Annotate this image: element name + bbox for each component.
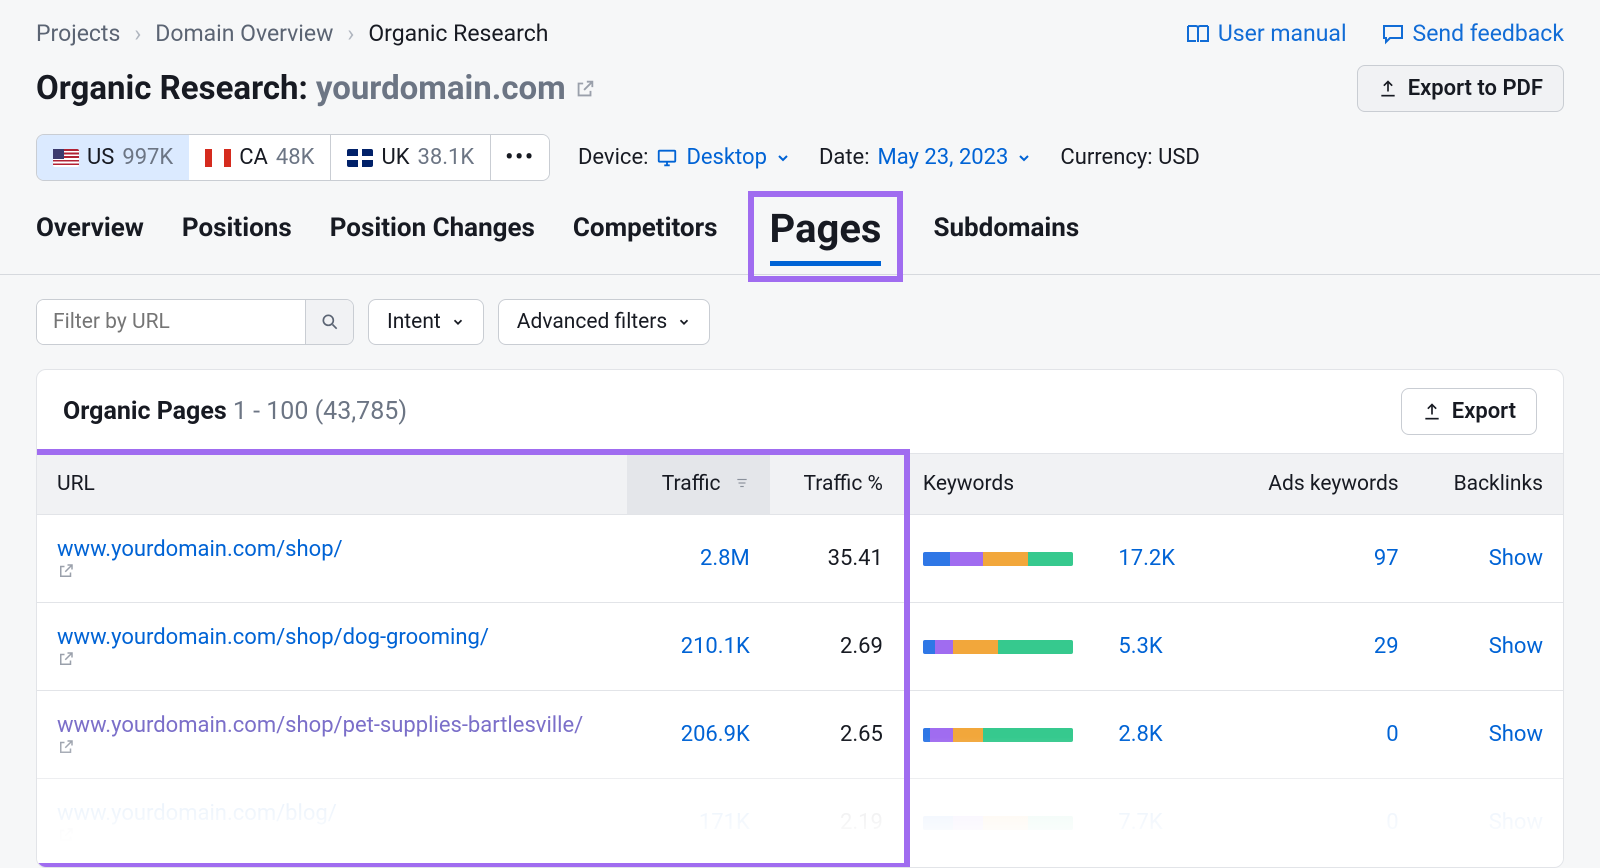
- ads-keywords-value[interactable]: 29: [1229, 603, 1419, 691]
- country-uk[interactable]: UK 38.1K: [331, 135, 491, 180]
- col-ads-keywords[interactable]: Ads keywords: [1229, 454, 1419, 515]
- ads-keywords-value[interactable]: 97: [1229, 515, 1419, 603]
- tab-overview[interactable]: Overview: [36, 199, 144, 274]
- tab-competitors[interactable]: Competitors: [573, 199, 718, 274]
- col-keywords[interactable]: Keywords: [903, 454, 1229, 515]
- feedback-icon: [1381, 23, 1405, 45]
- traffic-pct-value: 2.19: [770, 779, 903, 867]
- section-title: Organic Pages 1 - 100 (43,785): [63, 397, 407, 426]
- currency-filter: Currency: USD: [1060, 145, 1199, 170]
- keyword-distribution-bar: [923, 728, 1073, 742]
- tab-subdomains[interactable]: Subdomains: [933, 199, 1079, 274]
- ads-keywords-value[interactable]: 0: [1229, 691, 1419, 779]
- traffic-value[interactable]: 171K: [627, 779, 770, 867]
- external-link-icon[interactable]: [57, 650, 607, 668]
- chevron-down-icon: [1016, 150, 1032, 166]
- breadcrumb-item-organic-research: Organic Research: [368, 20, 548, 47]
- chevron-down-icon: [677, 315, 691, 329]
- table-row: www.yourdomain.com/shop/dog-grooming/210…: [37, 603, 1563, 691]
- search-icon: [320, 312, 340, 332]
- page-url-link[interactable]: www.yourdomain.com/blog/: [57, 801, 337, 826]
- export-pdf-button[interactable]: Export to PDF: [1357, 65, 1564, 112]
- sort-desc-icon: [734, 476, 750, 490]
- col-traffic[interactable]: Traffic: [627, 454, 770, 515]
- more-countries-button[interactable]: •••: [491, 135, 549, 180]
- upload-icon: [1422, 402, 1442, 422]
- traffic-pct-value: 2.65: [770, 691, 903, 779]
- chevron-down-icon: [451, 315, 465, 329]
- traffic-pct-value: 35.41: [770, 515, 903, 603]
- breadcrumb-item-domain-overview[interactable]: Domain Overview: [155, 20, 333, 47]
- desktop-icon: [656, 147, 678, 169]
- page-title: Organic Research: yourdomain.com: [36, 69, 596, 108]
- table-row: www.yourdomain.com/shop/pet-supplies-bar…: [37, 691, 1563, 779]
- keywords-value[interactable]: 17.2K: [1118, 546, 1175, 571]
- traffic-value[interactable]: 210.1K: [627, 603, 770, 691]
- export-button[interactable]: Export: [1401, 388, 1537, 435]
- external-link-icon[interactable]: [57, 738, 607, 756]
- backlinks-show-link[interactable]: Show: [1419, 779, 1563, 867]
- country-selector: US 997K CA 48K UK 38.1K •••: [36, 134, 550, 181]
- keyword-distribution-bar: [923, 552, 1073, 566]
- user-manual-link[interactable]: User manual: [1186, 20, 1347, 47]
- backlinks-show-link[interactable]: Show: [1419, 691, 1563, 779]
- organic-pages-table: URL Traffic Traffic % Keywords Ads keywo…: [37, 453, 1563, 867]
- table-row: www.yourdomain.com/blog/171K2.19 7.7K 0Sh…: [37, 779, 1563, 867]
- table-row: www.yourdomain.com/shop/2.8M35.41 17.2K 9…: [37, 515, 1563, 603]
- organic-pages-section: Organic Pages 1 - 100 (43,785) Export UR…: [36, 369, 1564, 868]
- chevron-right-icon: ›: [134, 20, 141, 47]
- backlinks-show-link[interactable]: Show: [1419, 603, 1563, 691]
- intent-filter[interactable]: Intent: [368, 299, 484, 345]
- external-link-icon[interactable]: [57, 562, 607, 580]
- filter-url-search-button[interactable]: [305, 300, 353, 344]
- device-filter[interactable]: Device: Desktop: [578, 145, 791, 170]
- external-link-icon[interactable]: [574, 78, 596, 100]
- col-backlinks[interactable]: Backlinks: [1419, 454, 1563, 515]
- advanced-filters[interactable]: Advanced filters: [498, 299, 710, 345]
- tab-position-changes[interactable]: Position Changes: [330, 199, 535, 274]
- chevron-right-icon: ›: [347, 20, 354, 47]
- keyword-distribution-bar: [923, 816, 1073, 830]
- country-us[interactable]: US 997K: [36, 134, 190, 181]
- traffic-value[interactable]: 206.9K: [627, 691, 770, 779]
- breadcrumb-item-projects[interactable]: Projects: [36, 20, 120, 47]
- filter-url-input[interactable]: [37, 300, 305, 344]
- page-url-link[interactable]: www.yourdomain.com/shop/dog-grooming/: [57, 625, 489, 650]
- upload-icon: [1378, 79, 1398, 99]
- send-feedback-link[interactable]: Send feedback: [1381, 20, 1564, 47]
- ads-keywords-value[interactable]: 0: [1229, 779, 1419, 867]
- book-icon: [1186, 23, 1210, 45]
- filter-url-group: [36, 299, 354, 345]
- traffic-pct-value: 2.69: [770, 603, 903, 691]
- col-traffic-pct[interactable]: Traffic %: [770, 454, 903, 515]
- tab-positions[interactable]: Positions: [182, 199, 292, 274]
- breadcrumb: Projects › Domain Overview › Organic Res…: [36, 20, 548, 47]
- date-filter[interactable]: Date: May 23, 2023: [819, 145, 1032, 170]
- chevron-down-icon: [775, 150, 791, 166]
- external-link-icon[interactable]: [57, 826, 607, 844]
- flag-us-icon: [53, 149, 79, 167]
- page-url-link[interactable]: www.yourdomain.com/shop/: [57, 537, 343, 562]
- traffic-value[interactable]: 2.8M: [627, 515, 770, 603]
- keywords-value[interactable]: 2.8K: [1118, 722, 1162, 747]
- keywords-value[interactable]: 5.3K: [1118, 634, 1162, 659]
- flag-uk-icon: [347, 149, 373, 167]
- page-url-link[interactable]: www.yourdomain.com/shop/pet-supplies-bar…: [57, 713, 583, 738]
- keywords-value[interactable]: 7.7K: [1118, 810, 1162, 835]
- flag-ca-icon: [205, 149, 231, 167]
- tab-pages[interactable]: Pages: [756, 199, 896, 274]
- tabs: Overview Positions Position Changes Comp…: [0, 199, 1600, 275]
- col-url[interactable]: URL: [37, 454, 627, 515]
- country-ca[interactable]: CA 48K: [189, 135, 331, 180]
- backlinks-show-link[interactable]: Show: [1419, 515, 1563, 603]
- keyword-distribution-bar: [923, 640, 1073, 654]
